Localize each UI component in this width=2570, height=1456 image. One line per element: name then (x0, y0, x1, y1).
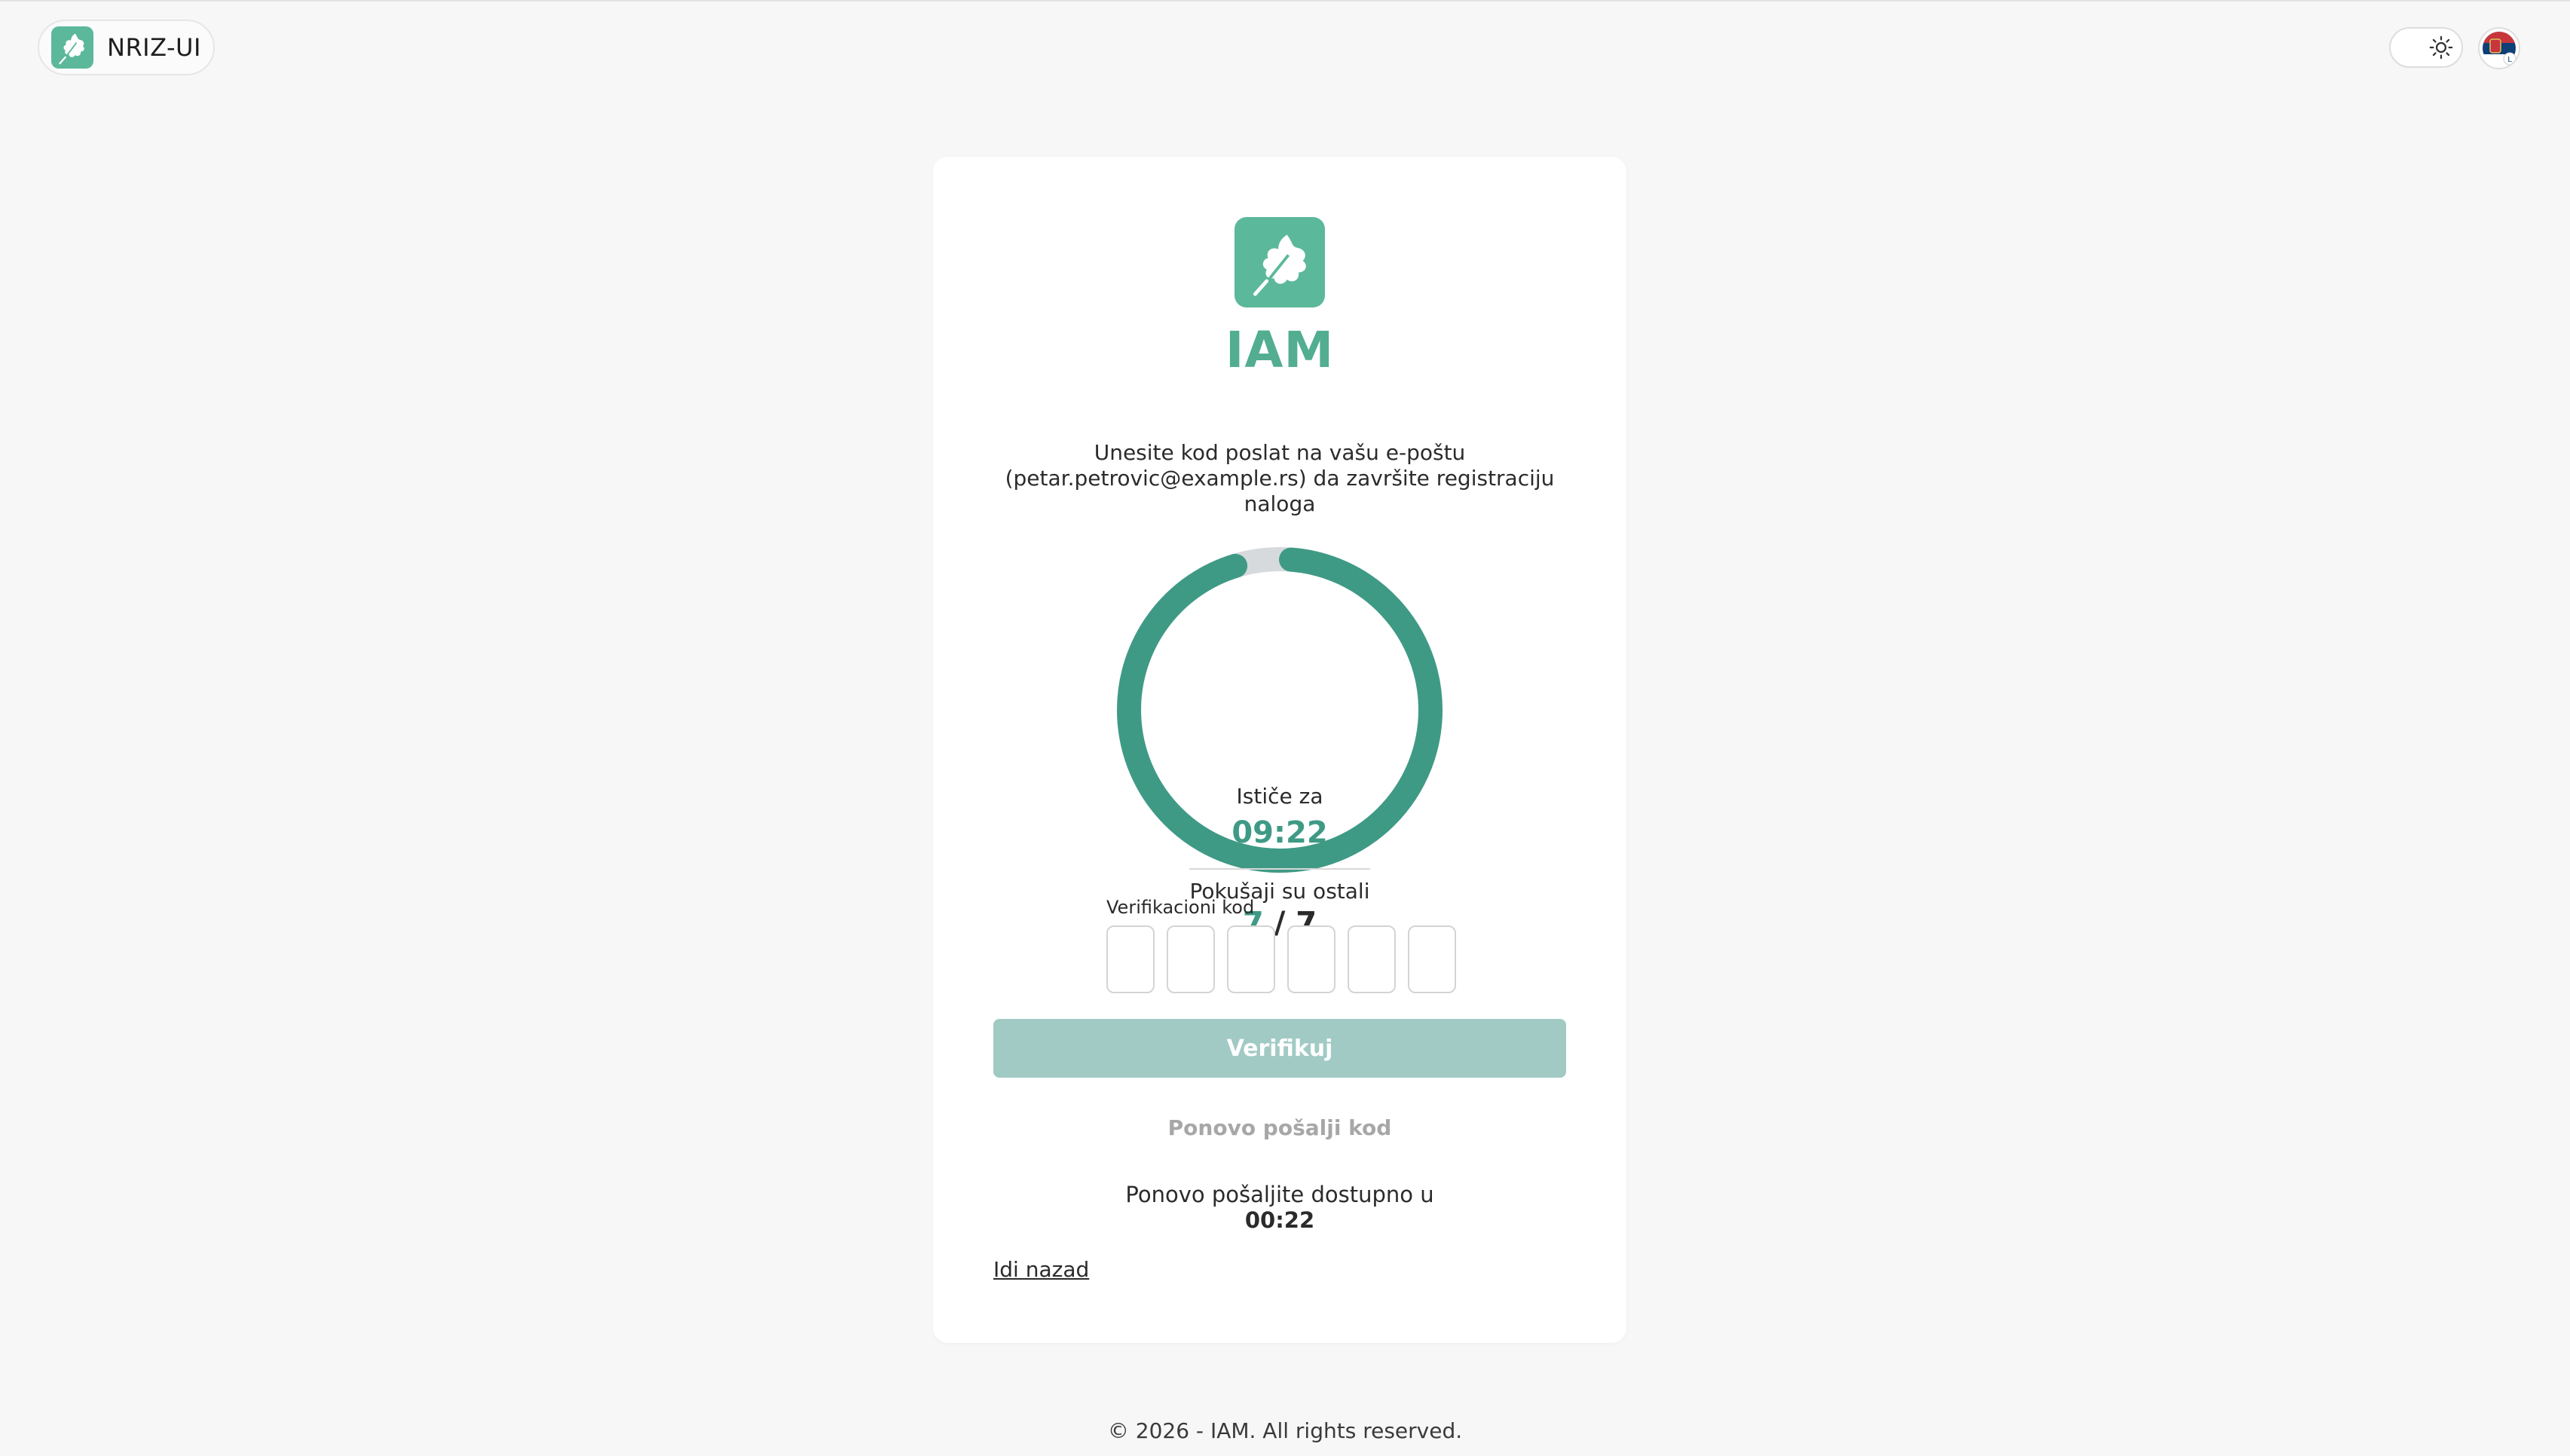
verification-code-inputs (1106, 925, 1456, 993)
app-title: IAM (1225, 321, 1335, 379)
code-digit-5[interactable] (1348, 925, 1396, 993)
countdown-ring: Ističe za 09:22 Pokušaji su ostali 7 / 7 (1114, 544, 1446, 941)
resend-info-time: 00:22 (1244, 1207, 1315, 1233)
code-digit-3[interactable] (1227, 925, 1275, 993)
code-digit-4[interactable] (1287, 925, 1335, 993)
resend-code-button[interactable]: Ponovo pošalji kod (933, 1115, 1626, 1140)
oak-leaf-icon (1235, 217, 1325, 307)
code-digit-6[interactable] (1408, 925, 1456, 993)
top-border (0, 0, 2570, 2)
ring-divider (1189, 868, 1370, 870)
brand-home-link[interactable]: NRIZ-UI (38, 20, 215, 75)
verification-code-label: Verifikacioni kod (1106, 897, 1255, 918)
expires-label: Ističe za (1236, 784, 1323, 809)
oak-leaf-icon (51, 26, 93, 69)
sun-icon (2429, 35, 2453, 60)
resend-info-text: Ponovo pošaljite dostupno u (1125, 1182, 1434, 1207)
resend-availability: Ponovo pošaljite dostupno u 00:22 (933, 1182, 1626, 1233)
brand-name: NRIZ-UI (107, 33, 201, 62)
language-selector[interactable]: L (2478, 27, 2520, 69)
instruction-text: Unesite kod poslat na vašu e-poštu (peta… (1005, 440, 1555, 516)
code-digit-2[interactable] (1167, 925, 1215, 993)
expires-time: 09:22 (1231, 815, 1328, 850)
code-digit-1[interactable] (1106, 925, 1155, 993)
svg-text:L: L (2507, 56, 2512, 64)
verification-card: IAM Unesite kod poslat na vašu e-poštu (… (933, 157, 1626, 1343)
verify-button[interactable]: Verifikuj (993, 1019, 1566, 1078)
serbian-flag-icon: L (2483, 32, 2516, 66)
theme-toggle[interactable] (2389, 27, 2463, 68)
go-back-link[interactable]: Idi nazad (993, 1257, 1089, 1282)
footer-copyright: © 2026 - IAM. All rights reserved. (1107, 1418, 1463, 1443)
